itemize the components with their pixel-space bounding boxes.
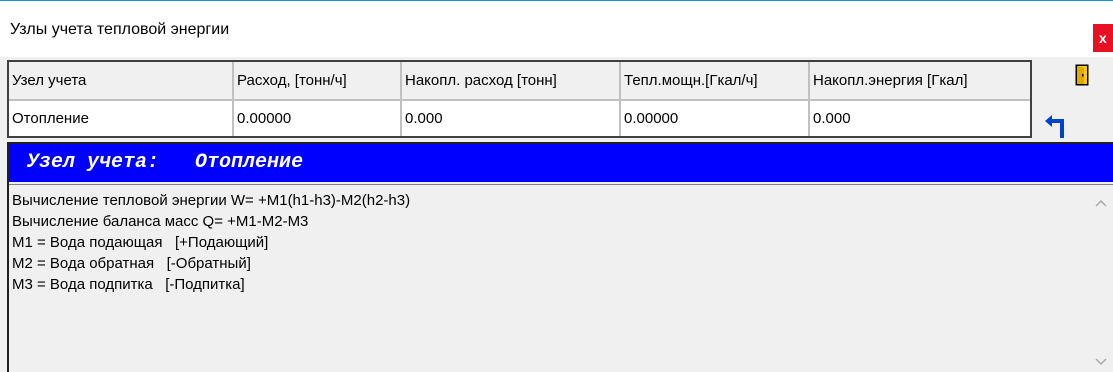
column-header-accum-flow[interactable]: Накопл. расход [тонн] [402,62,619,99]
scroll-up-icon[interactable] [1094,197,1108,209]
panel-header: Узел учета: Отопление [9,144,1113,182]
return-arrow-icon[interactable] [1044,112,1070,138]
table-row-heat-power-cell[interactable]: 0.00000 [621,101,808,136]
formula-lines: Вычисление тепловой энергии W= +M1(h1-h3… [12,190,410,295]
panel-header-label: Узел учета: [27,151,160,174]
formula-line-balance: Вычисление баланса масс Q= +M1-M2-M3 [12,213,309,230]
table-row-accum-energy-cell[interactable]: 0.000 [810,101,1030,136]
exit-door-icon[interactable] [1075,64,1089,86]
side-toolbar [1036,60,1113,140]
formula-text-area[interactable]: Вычисление тепловой энергии W= +M1(h1-h3… [9,184,1113,372]
formula-line-energy: Вычисление тепловой энергии W= +M1(h1-h3… [12,192,411,209]
column-header-flow[interactable]: Расход, [тонн/ч] [234,62,400,99]
panel-header-value: Отопление [195,151,304,174]
table-row-accum-flow-cell[interactable]: 0.000 [402,101,619,136]
column-header-node[interactable]: Узел учета [9,62,232,99]
scroll-down-icon[interactable] [1094,356,1108,368]
table-row-flow-cell[interactable]: 0.00000 [234,101,400,136]
heat-metering-window: Узлы учета тепловой энергии x Узел учета… [0,0,1113,372]
formula-line-m3: M3 = Вода подпитка [-Подпитка] [12,276,245,293]
table-row-node-cell[interactable]: Отопление [9,101,232,136]
node-info-panel: Узел учета: Отопление Вычисление теплово… [7,142,1113,372]
title-bar: Узлы учета тепловой энергии x [0,1,1113,57]
close-icon: x [1099,30,1107,46]
window-title: Узлы учета тепловой энергии [10,21,230,38]
column-header-accum-energy[interactable]: Накопл.энергия [Гкал] [810,62,1030,99]
metering-nodes-table: Узел учета Расход, [тонн/ч] Накопл. расх… [7,60,1032,138]
formula-line-m1: M1 = Вода подающая [+Подающий] [12,234,269,251]
close-button[interactable]: x [1093,24,1113,52]
formula-line-m2: M2 = Вода обратная [-Обратный] [12,255,251,272]
column-header-heat-power[interactable]: Тепл.мощн.[Гкал/ч] [621,62,808,99]
